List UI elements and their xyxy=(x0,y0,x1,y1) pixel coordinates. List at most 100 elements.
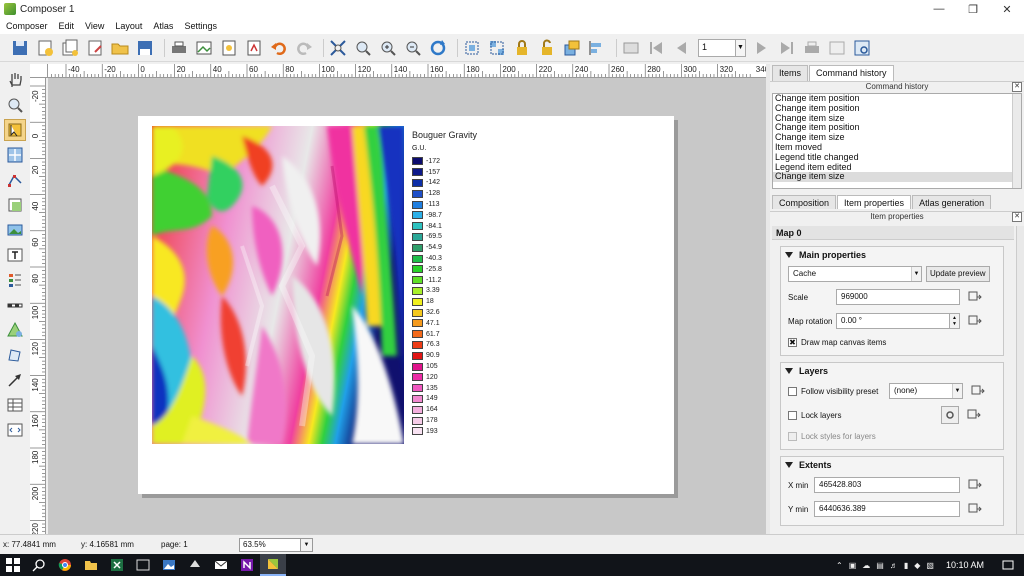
align-items-button[interactable] xyxy=(587,38,607,58)
taskbar-onenote[interactable] xyxy=(234,554,260,576)
zoom-level-select[interactable]: 63.5% xyxy=(239,537,301,552)
properties-scrollbar[interactable] xyxy=(1016,226,1024,534)
search-button[interactable] xyxy=(26,554,52,576)
atlas-page-dropdown[interactable]: ▼ xyxy=(736,38,746,57)
chevron-up-icon[interactable]: ⌃ xyxy=(836,561,843,570)
map-rotation-input[interactable]: 0.00 ° xyxy=(836,313,950,329)
taskbar-file-explorer[interactable] xyxy=(78,554,104,576)
new-composer-button[interactable] xyxy=(35,38,55,58)
edit-nodes-tool[interactable] xyxy=(4,169,26,191)
close-properties-panel-button[interactable]: ✕ xyxy=(1012,212,1022,222)
history-item[interactable]: Change item size xyxy=(773,172,1021,183)
add-html-frame-tool[interactable] xyxy=(4,419,26,441)
undo-button[interactable] xyxy=(269,38,289,58)
load-template-button[interactable] xyxy=(110,38,130,58)
add-attribute-table-tool[interactable] xyxy=(4,394,26,416)
zoom-dropdown-arrow[interactable]: ▼ xyxy=(301,537,313,552)
onedrive-icon[interactable]: ☁ xyxy=(862,561,870,570)
unlock-items-button[interactable] xyxy=(537,38,557,58)
raise-items-button[interactable] xyxy=(562,38,582,58)
refresh-button[interactable] xyxy=(428,38,448,58)
main-properties-header[interactable]: Main properties xyxy=(781,247,1003,263)
add-arrow-tool[interactable] xyxy=(4,369,26,391)
export-svg-button[interactable] xyxy=(219,38,239,58)
tab-items[interactable]: Items xyxy=(772,65,809,81)
tab-atlas-generation[interactable]: Atlas generation xyxy=(912,195,992,209)
taskbar-app-2[interactable] xyxy=(182,554,208,576)
command-history-list[interactable]: Change item position Change item position… xyxy=(772,93,1022,189)
taskbar-mail[interactable] xyxy=(208,554,234,576)
lock-layers-settings-button[interactable] xyxy=(941,406,959,424)
tray-app-icon[interactable]: ▣ xyxy=(849,561,857,570)
atlas-export-button[interactable] xyxy=(827,38,847,58)
composer-canvas[interactable]: Bouguer Gravity G.U. -172 -157 -142 -128 -11… xyxy=(48,78,766,534)
data-defined-override-icon[interactable] xyxy=(967,409,981,421)
atlas-last-button[interactable] xyxy=(777,38,797,58)
data-defined-override-icon[interactable] xyxy=(968,291,982,303)
save-template-button[interactable] xyxy=(135,38,155,58)
data-defined-override-icon[interactable] xyxy=(968,315,982,327)
tab-command-history[interactable]: Command history xyxy=(809,65,894,81)
add-scalebar-tool[interactable] xyxy=(4,294,26,316)
dropbox-icon[interactable]: ◆ xyxy=(914,561,920,570)
data-defined-override-icon[interactable] xyxy=(971,385,985,397)
update-preview-button[interactable]: Update preview xyxy=(926,266,990,282)
layers-header[interactable]: Layers xyxy=(781,363,1003,379)
taskbar-chrome[interactable] xyxy=(52,554,78,576)
menu-view[interactable]: View xyxy=(85,21,104,31)
add-label-tool[interactable] xyxy=(4,244,26,266)
zoom-full-button[interactable] xyxy=(328,38,348,58)
scale-input[interactable]: 969000 xyxy=(836,289,960,305)
follow-visibility-preset-checkbox[interactable] xyxy=(788,386,797,396)
group-items-button[interactable] xyxy=(462,38,482,58)
menu-layout[interactable]: Layout xyxy=(115,21,142,31)
notifications-button[interactable] xyxy=(1000,557,1016,573)
taskbar-excel[interactable] xyxy=(104,554,130,576)
add-map-tool[interactable] xyxy=(4,194,26,216)
atlas-first-button[interactable] xyxy=(646,38,666,58)
add-shape-tool[interactable] xyxy=(4,319,26,341)
start-button[interactable] xyxy=(0,554,26,576)
cache-mode-select[interactable]: Cache ▼ xyxy=(788,266,922,282)
zoom-out-button[interactable] xyxy=(403,38,423,58)
close-button[interactable]: ✕ xyxy=(990,0,1024,18)
duplicate-composer-button[interactable] xyxy=(60,38,80,58)
map-legend[interactable]: Bouguer Gravity G.U. -172 -157 -142 -128 -11… xyxy=(412,130,532,437)
y-min-input[interactable]: 6440636.389 xyxy=(814,501,960,517)
move-content-tool[interactable] xyxy=(4,144,26,166)
atlas-settings-button[interactable] xyxy=(852,38,872,58)
export-image-button[interactable] xyxy=(194,38,214,58)
zoom-actual-button[interactable] xyxy=(353,38,373,58)
taskbar-qgis[interactable] xyxy=(260,554,286,576)
maximize-button[interactable]: ❐ xyxy=(956,0,990,18)
save-project-button[interactable] xyxy=(10,38,30,58)
pan-tool[interactable] xyxy=(4,69,26,91)
atlas-preview-button[interactable] xyxy=(621,38,641,58)
history-scrollbar[interactable] xyxy=(1012,94,1021,188)
draw-map-canvas-items-checkbox[interactable]: ✖ xyxy=(788,337,797,347)
tab-composition[interactable]: Composition xyxy=(772,195,837,209)
battery-icon[interactable]: ▮ xyxy=(904,561,908,570)
volume-icon[interactable]: ♬ xyxy=(890,561,898,570)
extents-header[interactable]: Extents xyxy=(781,457,1003,473)
rotation-spinner[interactable]: ▲ ▼ xyxy=(950,313,960,329)
ungroup-items-button[interactable] xyxy=(487,38,507,58)
atlas-print-button[interactable] xyxy=(802,38,822,58)
lock-items-button[interactable] xyxy=(512,38,532,58)
x-min-input[interactable]: 465428.803 xyxy=(814,477,960,493)
print-button[interactable] xyxy=(169,38,189,58)
tab-item-properties[interactable]: Item properties xyxy=(837,195,912,209)
data-defined-override-icon[interactable] xyxy=(968,479,982,491)
export-pdf-button[interactable] xyxy=(244,38,264,58)
zoom-in-button[interactable] xyxy=(378,38,398,58)
data-defined-override-icon[interactable] xyxy=(968,503,982,515)
taskbar-app[interactable] xyxy=(130,554,156,576)
lock-layers-checkbox[interactable] xyxy=(788,410,797,420)
menu-atlas[interactable]: Atlas xyxy=(153,21,173,31)
lock-styles-checkbox[interactable] xyxy=(788,431,797,441)
select-move-item-tool[interactable] xyxy=(4,119,26,141)
minimize-button[interactable]: — xyxy=(922,0,956,18)
add-image-tool[interactable] xyxy=(4,219,26,241)
zoom-tool[interactable] xyxy=(4,94,26,116)
add-node-item-tool[interactable] xyxy=(4,344,26,366)
